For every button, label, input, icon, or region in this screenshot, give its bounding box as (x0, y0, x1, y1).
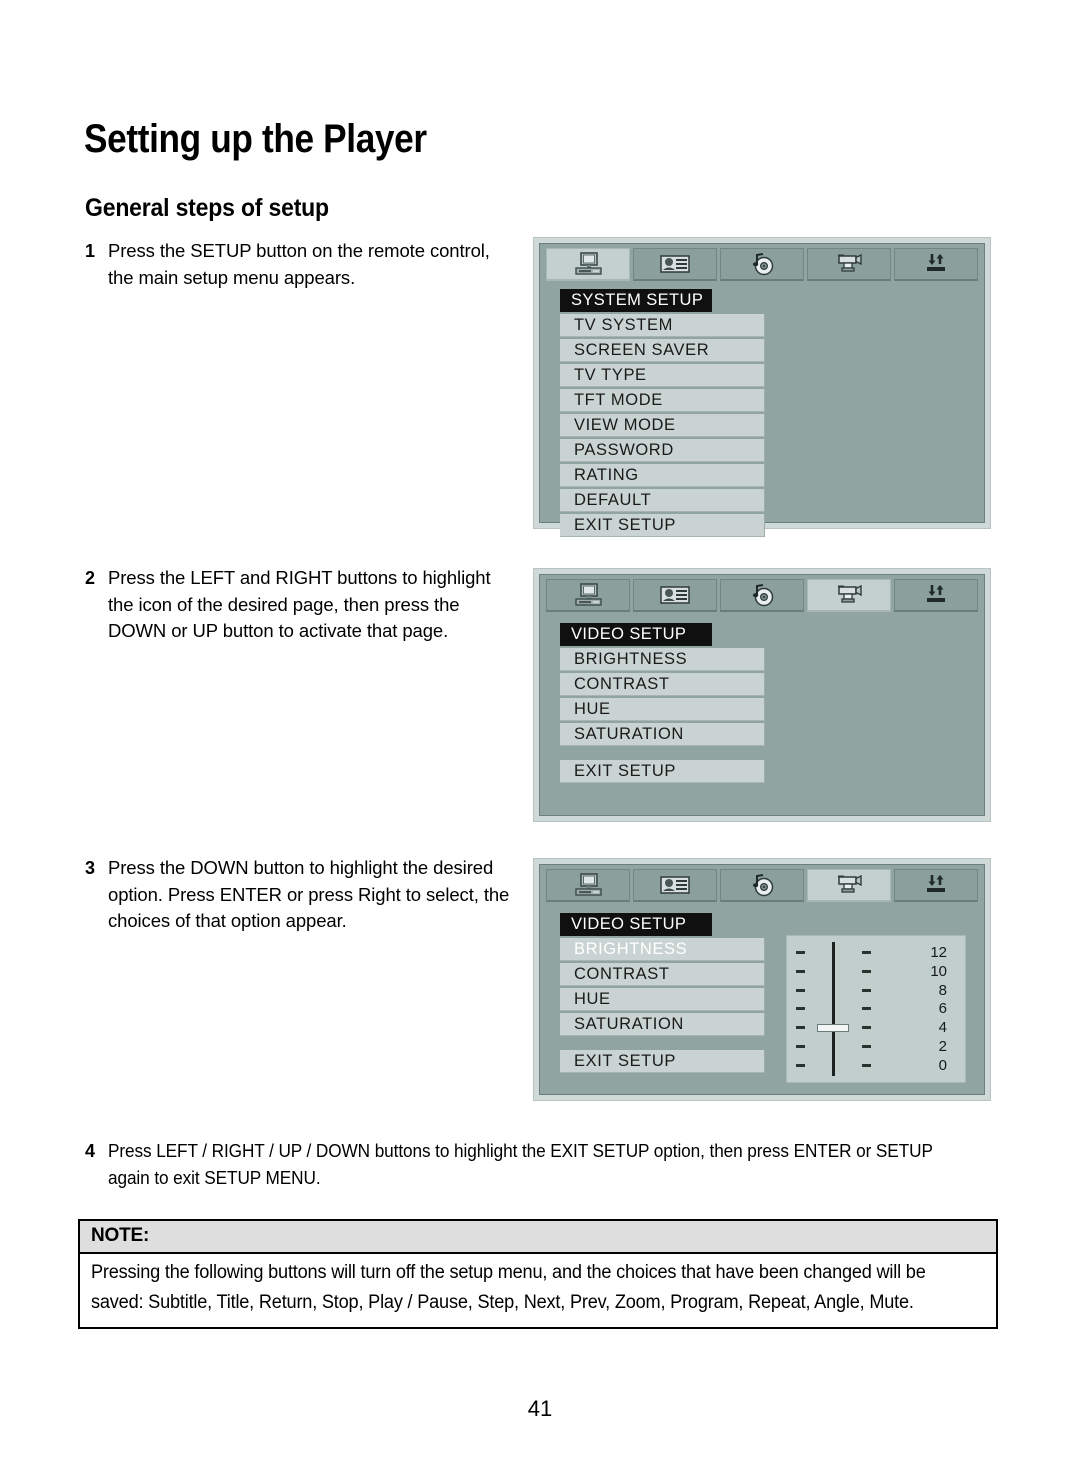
preference-setup-icon[interactable] (894, 248, 978, 281)
osd-inner: VIDEO SETUP BRIGHTNESS CONTRAST HUE SATU… (539, 574, 985, 816)
slider-ticks-right (853, 936, 879, 1082)
step-3-number: 3 (85, 858, 96, 878)
osd-menu-item-saturation[interactable]: SATURATION (560, 723, 765, 746)
slider-tick (795, 1063, 805, 1067)
slider-tick (795, 1007, 805, 1011)
slider-tick (795, 988, 805, 992)
slider-scale-labels: 12 10 8 6 4 2 0 (879, 936, 965, 1082)
note-body-text: Pressing the following buttons will turn… (91, 1262, 926, 1313)
slider-label: 2 (938, 1038, 947, 1056)
osd-tab-bar (546, 248, 978, 281)
page-title: Setting up the Player (84, 117, 427, 161)
brightness-slider-panel[interactable]: 12 10 8 6 4 2 0 (786, 935, 966, 1083)
osd-inner: VIDEO SETUP BRIGHTNESS CONTRAST HUE SATU… (539, 864, 985, 1095)
osd-menu-header: SYSTEM SETUP (560, 289, 712, 312)
general-setup-icon[interactable] (546, 869, 630, 902)
osd-menu-item-default[interactable]: DEFAULT (560, 489, 765, 512)
step-2-text: Press the LEFT and RIGHT buttons to high… (108, 567, 491, 641)
slider-tick (861, 950, 871, 954)
step-2-number: 2 (85, 568, 96, 588)
slider-track (831, 942, 835, 1076)
language-setup-icon[interactable] (633, 248, 717, 281)
video-setup-icon[interactable] (807, 248, 891, 281)
osd-menu-item-saturation[interactable]: SATURATION (560, 1013, 765, 1036)
osd-menu-item-tft-mode[interactable]: TFT MODE (560, 389, 765, 412)
language-setup-icon[interactable] (633, 869, 717, 902)
slider-tick (861, 1045, 871, 1049)
video-setup-icon[interactable] (807, 869, 891, 902)
slider-tick (861, 1026, 871, 1030)
slider-tick (861, 1007, 871, 1011)
osd-menu-item-exit-setup[interactable]: EXIT SETUP (560, 1050, 765, 1073)
slider-tick (861, 988, 871, 992)
osd-screenshot-video-setup-brightness: VIDEO SETUP BRIGHTNESS CONTRAST HUE SATU… (533, 858, 991, 1101)
step-2: 2 Press the LEFT and RIGHT buttons to hi… (85, 565, 515, 645)
step-1-number: 1 (85, 241, 96, 261)
page-number: 41 (527, 1396, 553, 1421)
osd-menu-list: VIDEO SETUP BRIGHTNESS CONTRAST HUE SATU… (560, 913, 765, 1073)
audio-setup-icon[interactable] (720, 248, 804, 281)
slider-tick (861, 969, 871, 973)
osd-menu-item-hue[interactable]: HUE (560, 988, 765, 1011)
step-3: 3 Press the DOWN button to highlight the… (85, 855, 525, 935)
note-body: Pressing the following buttons will turn… (80, 1254, 996, 1327)
slider-tick (861, 1063, 871, 1067)
slider-label: 12 (930, 943, 947, 961)
osd-menu-item-brightness[interactable]: BRIGHTNESS (560, 938, 765, 961)
step-4: 4 Press LEFT / RIGHT / UP / DOWN buttons… (85, 1138, 1010, 1191)
osd-menu-item-password[interactable]: PASSWORD (560, 439, 765, 462)
osd-menu-item-rating[interactable]: RATING (560, 464, 765, 487)
general-setup-icon[interactable] (546, 579, 630, 612)
slider-tick (795, 969, 805, 973)
slider-label: 6 (938, 1000, 947, 1018)
osd-menu-list: SYSTEM SETUP TV SYSTEM SCREEN SAVER TV T… (560, 289, 765, 537)
osd-menu-item-tv-system[interactable]: TV SYSTEM (560, 314, 765, 337)
section-heading: General steps of setup (85, 194, 329, 222)
step-4-text: Press LEFT / RIGHT / UP / DOWN buttons t… (108, 1140, 933, 1188)
slider-tick (795, 1045, 805, 1049)
language-setup-icon[interactable] (633, 579, 717, 612)
slider-track-column[interactable] (813, 936, 853, 1082)
slider-ticks-left (787, 936, 813, 1082)
osd-menu-list: VIDEO SETUP BRIGHTNESS CONTRAST HUE SATU… (560, 623, 765, 783)
osd-tab-bar (546, 869, 978, 902)
step-4-number: 4 (85, 1141, 96, 1161)
preference-setup-icon[interactable] (894, 869, 978, 902)
osd-menu-header: VIDEO SETUP (560, 913, 712, 936)
preference-setup-icon[interactable] (894, 579, 978, 612)
video-setup-icon[interactable] (807, 579, 891, 612)
slider-label: 4 (938, 1019, 947, 1037)
slider-tick (795, 1026, 805, 1030)
osd-menu-item-exit-setup[interactable]: EXIT SETUP (560, 760, 765, 783)
osd-menu-header: VIDEO SETUP (560, 623, 712, 646)
note-box: NOTE: Pressing the following buttons wil… (78, 1219, 998, 1329)
general-setup-icon[interactable] (546, 248, 630, 281)
osd-screenshot-video-setup: VIDEO SETUP BRIGHTNESS CONTRAST HUE SATU… (533, 568, 991, 822)
osd-menu-item-contrast[interactable]: CONTRAST (560, 673, 765, 696)
osd-menu-item-contrast[interactable]: CONTRAST (560, 963, 765, 986)
step-1-text: Press the SETUP button on the remote con… (108, 240, 490, 288)
audio-setup-icon[interactable] (720, 869, 804, 902)
step-3-text: Press the DOWN button to highlight the d… (108, 857, 510, 931)
slider-tick (795, 950, 805, 954)
osd-tab-bar (546, 579, 978, 612)
note-title: NOTE: (80, 1221, 996, 1254)
osd-screenshot-system-setup: SYSTEM SETUP TV SYSTEM SCREEN SAVER TV T… (533, 237, 991, 537)
osd-inner: SYSTEM SETUP TV SYSTEM SCREEN SAVER TV T… (539, 243, 985, 537)
slider-label: 0 (938, 1056, 947, 1074)
osd-menu-item-tv-type[interactable]: TV TYPE (560, 364, 765, 387)
slider-label: 8 (938, 981, 947, 999)
osd-menu-item-exit-setup[interactable]: EXIT SETUP (560, 514, 765, 537)
audio-setup-icon[interactable] (720, 579, 804, 612)
slider-knob[interactable] (817, 1023, 849, 1032)
osd-menu-item-brightness[interactable]: BRIGHTNESS (560, 648, 765, 671)
slider-label: 10 (930, 962, 947, 980)
osd-menu-item-screen-saver[interactable]: SCREEN SAVER (560, 339, 765, 362)
osd-menu-item-hue[interactable]: HUE (560, 698, 765, 721)
step-1: 1 Press the SETUP button on the remote c… (85, 238, 515, 291)
osd-menu-item-view-mode[interactable]: VIEW MODE (560, 414, 765, 437)
